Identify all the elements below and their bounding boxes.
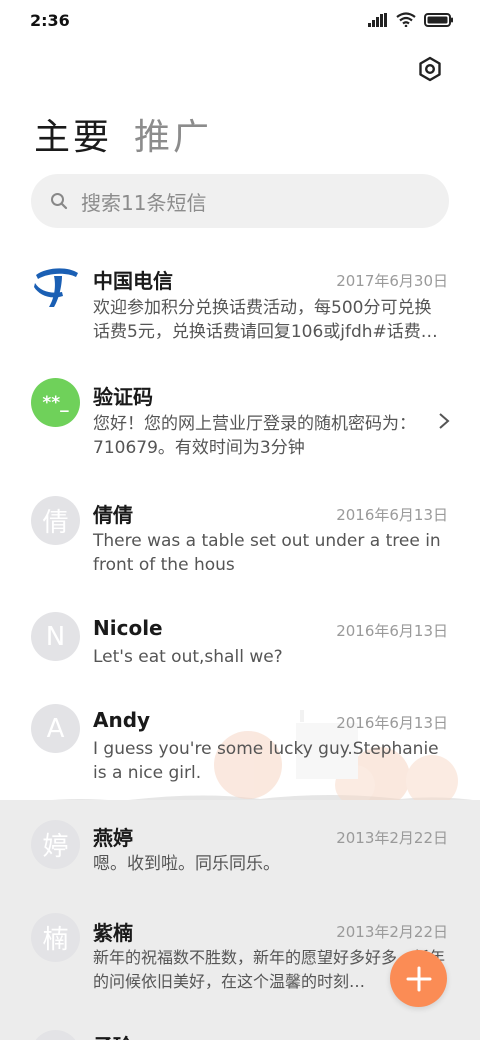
sender-name: Andy	[93, 708, 151, 732]
battery-icon	[424, 12, 453, 27]
avatar: **_	[31, 378, 80, 427]
avatar: A	[31, 704, 80, 753]
avatar: 倩	[31, 496, 80, 545]
sender-name: 紫楠	[93, 921, 133, 945]
message-item-verification-code[interactable]: **_ 验证码 您好！您的网上营业厅登录的随机密码为：710679。有效时间为3…	[0, 360, 480, 476]
message-item-qianqian[interactable]: 倩 倩倩 2016年6月13日 There was a table set ou…	[0, 476, 480, 592]
message-item-ziling[interactable]: 子玲	[0, 1016, 480, 1040]
signal-icon	[368, 12, 387, 27]
message-date: 2016年6月13日	[336, 506, 448, 524]
message-preview: 您好！您的网上营业厅登录的随机密码为：710679。有效时间为3分钟	[93, 414, 416, 458]
message-preview: 欢迎参加积分兑换话费活动，每500分可兑换话费5元，兑换话费请回复106或jfd…	[93, 298, 438, 342]
sender-name: 中国电信	[93, 269, 173, 293]
message-date: 2016年6月13日	[336, 714, 448, 732]
tab-primary[interactable]: 主要	[34, 108, 112, 160]
sender-name: 子玲	[93, 1030, 133, 1040]
sender-name: 燕婷	[93, 826, 133, 850]
settings-icon	[419, 56, 441, 82]
avatar: 楠	[31, 913, 80, 962]
avatar: 婷	[31, 820, 80, 869]
message-item-china-telecom[interactable]: 中国电信 2017年6月30日 欢迎参加积分兑换话费活动，每500分可兑换话费5…	[0, 240, 480, 360]
message-date: 2016年6月13日	[336, 622, 448, 640]
status-time: 2:36	[30, 11, 70, 30]
status-icons	[368, 12, 454, 27]
avatar	[31, 262, 80, 311]
message-date: 2013年2月22日	[336, 829, 448, 847]
settings-button[interactable]	[416, 55, 444, 83]
message-item-andy[interactable]: A Andy 2016年6月13日 I guess you're some lu…	[0, 686, 480, 802]
chevron-right-icon[interactable]	[438, 412, 450, 430]
message-item-nicole[interactable]: N Nicole 2016年6月13日 Let's eat out,shall …	[0, 592, 480, 686]
china-telecom-logo-icon	[33, 267, 78, 307]
message-date: 2017年6月30日	[336, 272, 448, 290]
sender-name: 验证码	[93, 385, 153, 409]
message-date: 2013年2月22日	[336, 923, 448, 941]
avatar	[31, 1030, 80, 1040]
message-preview: There was a table set out under a tree i…	[93, 531, 441, 575]
compose-button[interactable]	[390, 950, 447, 1007]
search-icon	[51, 193, 68, 210]
message-preview: 嗯。收到啦。同乐同乐。	[93, 854, 280, 874]
message-list: 中国电信 2017年6月30日 欢迎参加积分兑换话费活动，每500分可兑换话费5…	[0, 240, 480, 1040]
message-preview: Let's eat out,shall we?	[93, 647, 283, 667]
message-preview: I guess you're some lucky guy.Stephanie …	[93, 739, 439, 783]
search-placeholder: 搜索11条短信	[81, 190, 207, 215]
plus-icon	[406, 966, 431, 991]
search-bar[interactable]: 搜索11条短信	[31, 174, 449, 228]
wifi-icon	[396, 12, 416, 27]
sender-name: Nicole	[93, 616, 163, 640]
status-bar: 2:36	[0, 0, 480, 42]
sender-name: 倩倩	[93, 503, 133, 527]
avatar: N	[31, 612, 80, 661]
tab-promotions[interactable]: 推广	[134, 108, 212, 160]
tab-bar: 主要 推广	[34, 108, 212, 160]
message-item-yanting[interactable]: 婷 燕婷 2013年2月22日 嗯。收到啦。同乐同乐。	[0, 802, 480, 900]
